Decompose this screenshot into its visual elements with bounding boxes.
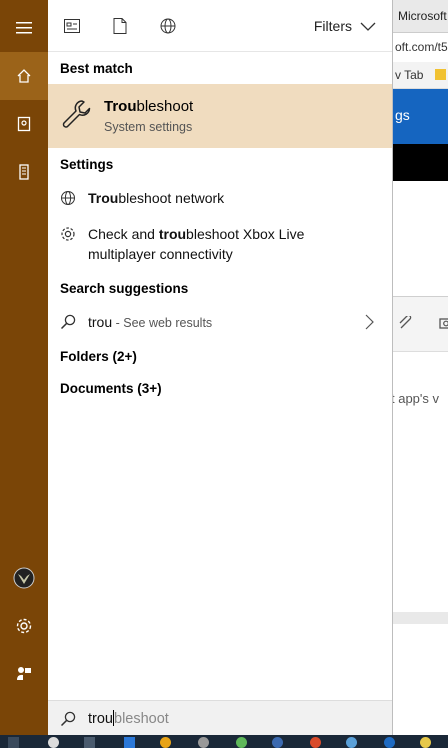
search-icon bbox=[60, 314, 76, 330]
site-banner bbox=[393, 144, 448, 181]
taskbar-app-icon[interactable] bbox=[272, 737, 283, 748]
search-box[interactable]: troubleshoot bbox=[48, 700, 392, 735]
taskbar-app-icon[interactable] bbox=[198, 737, 209, 748]
phone-icon bbox=[19, 164, 29, 180]
hamburger-icon bbox=[16, 22, 32, 34]
bookmark-label[interactable]: v Tab bbox=[395, 68, 423, 82]
feedback-icon bbox=[17, 667, 31, 680]
site-nav-text: gs bbox=[395, 107, 410, 123]
start-icon[interactable] bbox=[8, 737, 19, 748]
folder-icon bbox=[435, 69, 446, 80]
hamburger-menu-button[interactable] bbox=[0, 4, 48, 52]
taskbar-app-icon[interactable] bbox=[310, 737, 321, 748]
filters-label: Filters bbox=[313, 18, 352, 34]
apps-icon bbox=[64, 19, 80, 33]
browser-body-text-line: t app's v bbox=[392, 391, 440, 406]
address-bar[interactable]: oft.com/t5 bbox=[393, 33, 448, 61]
documents-filter-button[interactable] bbox=[108, 14, 132, 38]
network-globe-icon bbox=[61, 191, 75, 205]
editor-toolbar bbox=[393, 297, 448, 352]
search-filter-toolbar: Filters bbox=[48, 0, 392, 52]
globe-icon bbox=[160, 18, 176, 34]
document-icon bbox=[113, 18, 127, 34]
background-browser-window: Microsoft oft.com/t5 v Tab gs t app's v bbox=[392, 0, 448, 735]
favorites-bar: v Tab bbox=[393, 62, 448, 89]
attachment-icon[interactable] bbox=[399, 316, 413, 330]
search-suggestions-header: Search suggestions bbox=[60, 281, 189, 296]
home-button[interactable] bbox=[0, 52, 48, 100]
taskbar-app-icon[interactable] bbox=[160, 737, 171, 748]
notebook-icon bbox=[17, 116, 31, 132]
settings-result-troubleshoot-network[interactable]: Troubleshoot network bbox=[48, 188, 392, 210]
notebook-button[interactable] bbox=[0, 100, 48, 148]
home-icon bbox=[17, 69, 31, 83]
filters-dropdown[interactable]: Filters bbox=[314, 18, 376, 34]
folders-group-header[interactable]: Folders (2+) bbox=[60, 349, 137, 364]
search-results-panel: Filters Best match Troubleshoot System s… bbox=[48, 0, 392, 735]
start-rail bbox=[0, 0, 48, 735]
settings-header: Settings bbox=[60, 157, 114, 172]
avatar-icon bbox=[13, 567, 35, 589]
devices-button[interactable] bbox=[0, 148, 48, 196]
settings-result-label: Troubleshoot network bbox=[88, 190, 225, 206]
taskbar-app-icon[interactable] bbox=[124, 737, 135, 748]
search-icon bbox=[60, 711, 76, 727]
web-filter-button[interactable] bbox=[156, 14, 180, 38]
address-text: oft.com/t5 bbox=[395, 40, 448, 54]
taskbar-app-icon[interactable] bbox=[346, 737, 357, 748]
settings-button[interactable] bbox=[0, 602, 48, 650]
gear-icon bbox=[16, 618, 32, 634]
apps-filter-button[interactable] bbox=[60, 14, 84, 38]
browser-tab-title: Microsoft bbox=[398, 9, 447, 23]
best-match-header: Best match bbox=[60, 61, 133, 76]
feedback-button[interactable] bbox=[0, 650, 48, 698]
browser-tab[interactable]: Microsoft bbox=[393, 0, 448, 33]
search-input[interactable]: troubleshoot bbox=[88, 710, 169, 727]
best-match-title: Troubleshoot bbox=[104, 98, 194, 115]
settings-result-xbox-live[interactable]: Check and troubleshoot Xbox Live multipla… bbox=[48, 224, 392, 266]
chevron-right-icon[interactable] bbox=[365, 314, 374, 330]
taskbar-app-icon[interactable] bbox=[420, 737, 431, 748]
taskbar-app-icon[interactable] bbox=[384, 737, 395, 748]
wrench-icon bbox=[62, 100, 91, 128]
camera-icon[interactable] bbox=[439, 316, 448, 330]
taskbar-app-icon[interactable] bbox=[236, 737, 247, 748]
browser-footer-bar bbox=[393, 612, 448, 624]
account-button[interactable] bbox=[0, 554, 48, 602]
cortana-icon[interactable] bbox=[48, 737, 59, 748]
chevron-down-icon bbox=[360, 22, 376, 31]
site-nav-bar: gs bbox=[393, 89, 448, 144]
settings-result-label: Check and troubleshoot Xbox Live multipla… bbox=[88, 226, 305, 262]
web-suggestion-result[interactable]: trou - See web results bbox=[48, 312, 392, 334]
suggestion-label: trou - See web results bbox=[88, 314, 213, 330]
best-match-subtitle: System settings bbox=[104, 120, 193, 134]
best-match-result[interactable]: Troubleshoot System settings bbox=[48, 84, 392, 148]
task-view-icon[interactable] bbox=[84, 737, 95, 748]
documents-group-header[interactable]: Documents (3+) bbox=[60, 381, 162, 396]
gear-icon bbox=[61, 227, 75, 241]
windows-taskbar bbox=[0, 735, 448, 748]
